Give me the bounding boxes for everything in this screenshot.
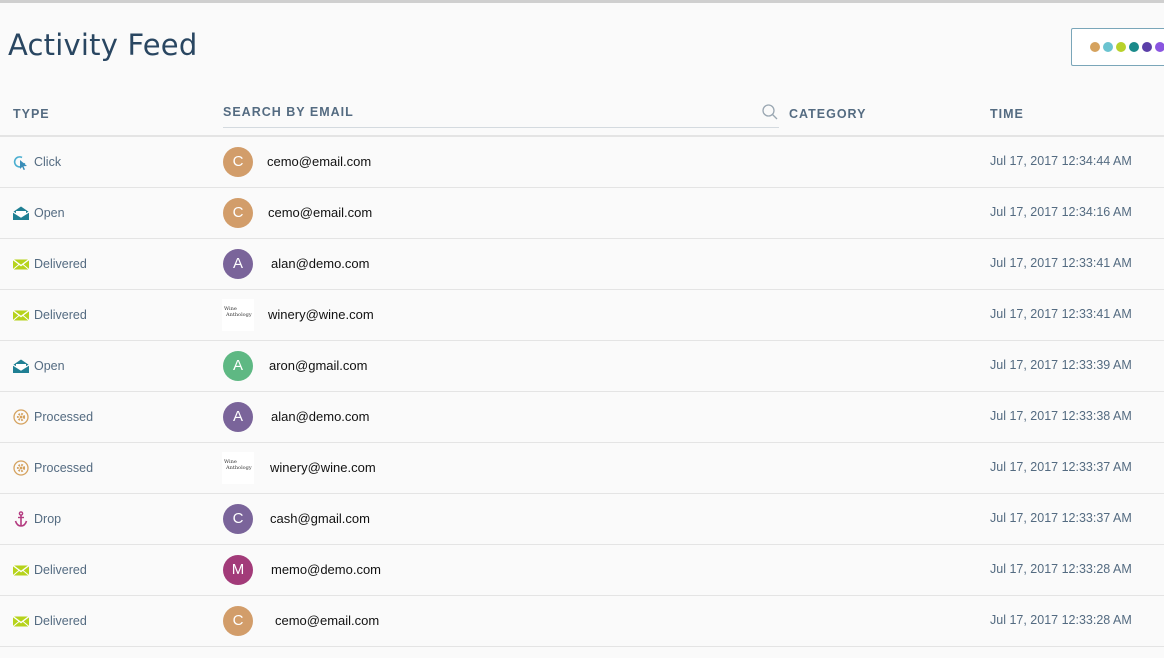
avatar-logo-text: Anthology — [226, 312, 252, 318]
event-time: Jul 17, 2017 12:33:37 AM — [990, 511, 1132, 525]
event-type-label: Open — [34, 206, 65, 220]
event-type-label: Delivered — [34, 257, 87, 271]
avatar-logo-text: Anthology — [226, 465, 252, 471]
recipient-email[interactable]: cemo@email.com — [275, 613, 379, 628]
event-type-label: Drop — [34, 512, 62, 526]
table-row[interactable]: Open Ccemo@email.com Jul 17, 2017 12:34:16… — [0, 188, 1164, 239]
processed-gear-icon — [12, 409, 30, 425]
recipient-email[interactable]: aron@gmail.com — [269, 358, 367, 373]
legend-dot — [1155, 42, 1164, 52]
table-row[interactable]: Delivered Aalan@demo.com Jul 17, 2017 12:3… — [0, 239, 1164, 290]
table-row[interactable]: Delivered Wine Anthology winery@wine.com Jul… — [0, 290, 1164, 341]
avatar: A — [223, 249, 253, 279]
status-legend-button[interactable] — [1071, 28, 1164, 66]
table-row[interactable]: Drop Ccash@gmail.com Jul 17, 2017 12:33:37… — [0, 494, 1164, 545]
event-time: Jul 17, 2017 12:34:16 AM — [990, 205, 1132, 219]
avatar: M — [223, 555, 253, 585]
avatar: C — [223, 198, 253, 228]
drop-anchor-icon — [12, 511, 30, 527]
recipient-email[interactable]: winery@wine.com — [268, 307, 374, 322]
search-icon[interactable] — [761, 103, 779, 121]
recipient-email[interactable]: cash@gmail.com — [270, 511, 370, 526]
avatar-logo: Wine Anthology — [222, 299, 254, 331]
event-type: Open — [12, 358, 65, 374]
event-type: Open — [12, 205, 65, 221]
legend-dots — [1090, 42, 1164, 52]
avatar: C — [223, 504, 253, 534]
event-type-label: Delivered — [34, 563, 87, 577]
event-time: Jul 17, 2017 12:33:41 AM — [990, 256, 1132, 270]
category-column-header: CATEGORY — [789, 107, 867, 121]
event-type-label: Delivered — [34, 308, 87, 322]
table-row[interactable]: Click Ccemo@email.com Jul 17, 2017 12:34:4… — [0, 137, 1164, 188]
delivered-envelope-icon — [12, 562, 30, 578]
legend-dot — [1103, 42, 1113, 52]
recipient-email[interactable]: winery@wine.com — [270, 460, 376, 475]
legend-dot — [1116, 42, 1126, 52]
event-time: Jul 17, 2017 12:33:39 AM — [990, 358, 1132, 372]
event-type-label: Processed — [34, 410, 94, 424]
table-row[interactable]: Processed Wine Anthology winery@wine.com Jul… — [0, 443, 1164, 494]
event-type: Delivered — [12, 307, 87, 323]
recipient-email[interactable]: alan@demo.com — [271, 256, 369, 271]
table-row[interactable]: Delivered Ccemo@email.com Jul 17, 2017 12:… — [0, 596, 1164, 647]
avatar: A — [223, 351, 253, 381]
legend-dot — [1142, 42, 1152, 52]
event-time: Jul 17, 2017 12:33:41 AM — [990, 307, 1132, 321]
open-envelope-icon — [12, 205, 30, 221]
event-type: Delivered — [12, 256, 87, 272]
table-row[interactable]: Delivered Mmemo@demo.com Jul 17, 2017 12:3… — [0, 545, 1164, 596]
time-column-header: TIME — [990, 107, 1024, 121]
event-type-label: Open — [34, 359, 65, 373]
event-type: Processed — [12, 409, 93, 425]
processed-gear-icon — [12, 460, 30, 476]
delivered-envelope-icon — [12, 256, 30, 272]
recipient-email[interactable]: memo@demo.com — [271, 562, 381, 577]
activity-table-body: Click Ccemo@email.com Jul 17, 2017 12:34:4… — [0, 137, 1164, 647]
event-time: Jul 17, 2017 12:33:28 AM — [990, 562, 1132, 576]
event-type-label: Click — [34, 155, 62, 169]
avatar-logo: Wine Anthology — [222, 452, 254, 484]
delivered-envelope-icon — [12, 613, 30, 629]
event-type: Processed — [12, 460, 93, 476]
event-type-label: Delivered — [34, 614, 87, 628]
recipient-email[interactable]: alan@demo.com — [271, 409, 369, 424]
event-type-label: Processed — [34, 461, 94, 475]
event-time: Jul 17, 2017 12:33:28 AM — [990, 613, 1132, 627]
event-time: Jul 17, 2017 12:34:44 AM — [990, 154, 1132, 168]
event-type: Delivered — [12, 562, 87, 578]
event-time: Jul 17, 2017 12:33:37 AM — [990, 460, 1132, 474]
delivered-envelope-icon — [12, 307, 30, 323]
recipient-email[interactable]: cemo@email.com — [267, 154, 371, 169]
event-type: Drop — [12, 511, 61, 527]
top-divider — [0, 0, 1164, 3]
table-row[interactable]: Processed Aalan@demo.com Jul 17, 2017 12:3… — [0, 392, 1164, 443]
legend-dot — [1129, 42, 1139, 52]
open-envelope-icon — [12, 358, 30, 374]
event-type: Click — [12, 154, 61, 170]
recipient-email[interactable]: cemo@email.com — [268, 205, 372, 220]
avatar: C — [223, 147, 253, 177]
avatar: A — [223, 402, 253, 432]
event-type: Delivered — [12, 613, 87, 629]
type-column-header: TYPE — [13, 107, 50, 121]
event-time: Jul 17, 2017 12:33:38 AM — [990, 409, 1132, 423]
email-search — [223, 95, 779, 128]
avatar: C — [223, 606, 253, 636]
legend-dot — [1090, 42, 1100, 52]
email-search-input[interactable] — [223, 103, 743, 121]
table-row[interactable]: Open Aaron@gmail.com Jul 17, 2017 12:33:39… — [0, 341, 1164, 392]
click-icon — [12, 154, 30, 170]
table-header: TYPE CATEGORY TIME — [0, 95, 1164, 137]
page-title: Activity Feed — [8, 28, 198, 62]
